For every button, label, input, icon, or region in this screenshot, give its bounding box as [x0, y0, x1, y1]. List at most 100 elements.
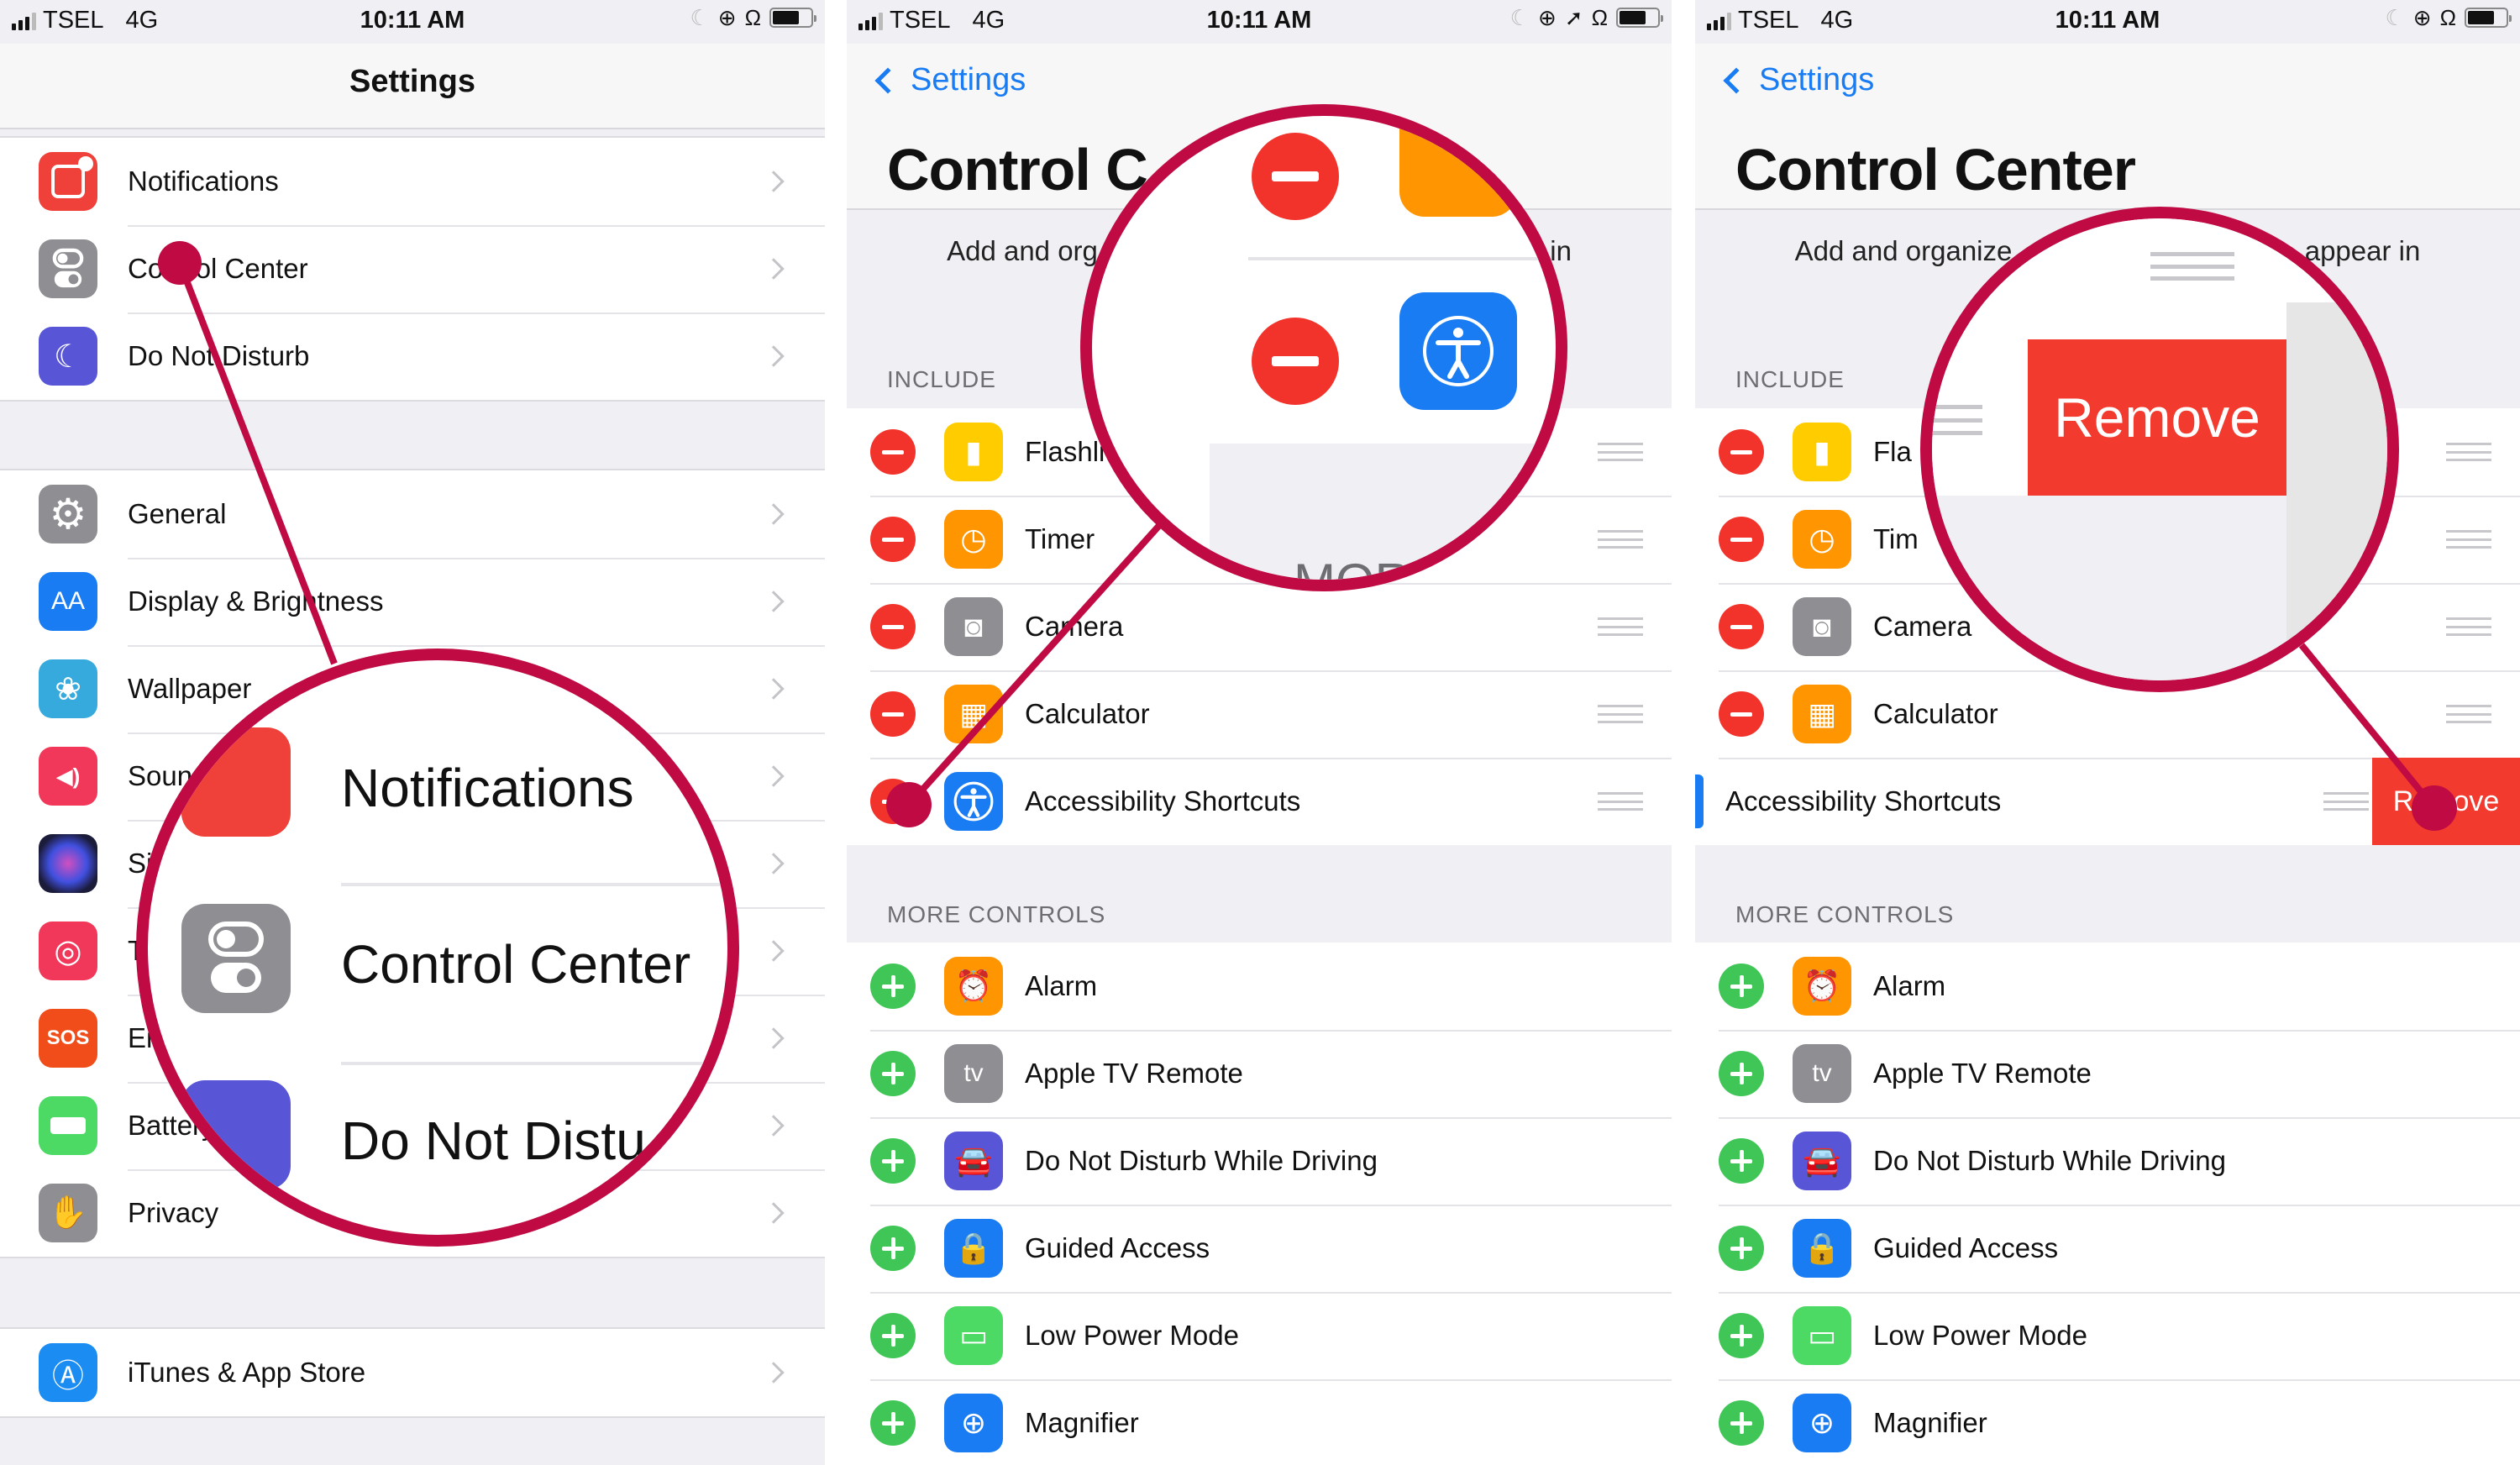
add-control-button[interactable] [1719, 964, 1764, 1009]
add-control-button[interactable] [1719, 1313, 1764, 1358]
settings-row-do-not-disturb[interactable]: ☾ Do Not Disturb [0, 312, 825, 400]
plus-icon [890, 975, 895, 997]
back-label: Settings [911, 62, 1026, 97]
control-label: Calculator [1873, 698, 1998, 729]
status-bar: TSEL 4G 10:11 AM ☾ ⊕ Ω [0, 0, 825, 44]
add-control-button[interactable] [1719, 1400, 1764, 1446]
minus-icon [1730, 537, 1752, 542]
flashlight-icon: ▮ [1793, 423, 1851, 481]
add-control-button[interactable] [870, 964, 916, 1009]
minus-icon [882, 624, 904, 629]
row-label: Wallpaper [128, 673, 252, 704]
add-control-button[interactable] [1719, 1226, 1764, 1271]
settings-row-general[interactable]: ⚙ General [0, 470, 825, 558]
reorder-grip-icon[interactable] [2446, 443, 2491, 461]
include-row[interactable]: ◙ Camera [847, 583, 1672, 670]
reorder-grip-icon[interactable] [1598, 443, 1643, 461]
settings-group-3: ⒶiTunes & App Store [0, 1327, 825, 1418]
remove-control-button[interactable] [1719, 691, 1764, 737]
calculator-icon: ▦ [1793, 685, 1851, 743]
settings-row-display-brightness[interactable]: AA Display & Brightness [0, 558, 825, 645]
lock-icon: 🔒 [944, 1219, 1003, 1278]
control-label: Do Not Disturb While Driving [1025, 1145, 1378, 1176]
more-control-row[interactable]: 🚘 Do Not Disturb While Driving [1695, 1117, 2520, 1205]
back-button[interactable]: Settings [1719, 62, 1874, 98]
settings-row-itunes-app-store[interactable]: ⒶiTunes & App Store [0, 1329, 825, 1416]
speaker-icon: ◀) [39, 747, 97, 806]
add-control-button[interactable] [870, 1313, 916, 1358]
magnified-label: Do Not Distu [341, 1111, 646, 1171]
remove-control-button[interactable] [870, 517, 916, 562]
magnifier-include-zoom: MORE [1080, 104, 1567, 591]
add-control-button[interactable] [1719, 1138, 1764, 1184]
remove-control-button[interactable] [870, 779, 916, 824]
more-control-row[interactable]: 🔒 Guided Access [847, 1205, 1672, 1292]
accessibility-icon-edge [1695, 775, 1704, 828]
remove-button[interactable]: Remove [2372, 758, 2520, 845]
headphones-icon: Ω [744, 5, 761, 30]
row-label: Display & Brightness [128, 585, 384, 617]
control-label: Apple TV Remote [1873, 1058, 2092, 1089]
car-icon: 🚘 [1793, 1132, 1851, 1190]
add-control-button[interactable] [1719, 1051, 1764, 1096]
remove-control-button[interactable] [870, 429, 916, 475]
accessibility-icon [944, 772, 1003, 831]
more-control-row[interactable]: tv Apple TV Remote [1695, 1030, 2520, 1117]
plus-icon [1739, 1412, 1744, 1434]
reorder-grip-icon[interactable] [2323, 792, 2369, 811]
add-control-button[interactable] [870, 1138, 916, 1184]
reorder-grip-icon[interactable] [1598, 530, 1643, 549]
remove-control-button[interactable] [870, 691, 916, 737]
reorder-grip-icon[interactable] [2446, 705, 2491, 723]
low-battery-icon: ▭ [1793, 1306, 1851, 1365]
plus-icon [890, 1325, 895, 1347]
control-label: Alarm [1025, 970, 1098, 1001]
nav-bar: Settings [0, 44, 825, 129]
more-control-row[interactable]: tv Apple TV Remote [847, 1030, 1672, 1117]
include-row[interactable]: ▦ Calculator [847, 670, 1672, 758]
more-control-row[interactable]: ⊕ Magnifier [1695, 1379, 2520, 1465]
minus-icon [882, 711, 904, 717]
back-button[interactable]: Settings [870, 62, 1026, 98]
lock-icon: 🔒 [1793, 1219, 1851, 1278]
control-label: Fla [1873, 436, 1912, 467]
control-label: Guided Access [1025, 1232, 1210, 1263]
more-control-row[interactable]: ⊕ Magnifier [847, 1379, 1672, 1465]
add-control-button[interactable] [870, 1400, 916, 1446]
back-label: Settings [1759, 62, 1875, 97]
more-control-row[interactable]: ▭ Low Power Mode [847, 1292, 1672, 1379]
text-size-icon: AA [39, 572, 97, 631]
minus-icon [882, 537, 904, 542]
description-left: Add and org [947, 235, 1098, 266]
more-control-row[interactable]: 🔒 Guided Access [1695, 1205, 2520, 1292]
more-control-row[interactable]: ▭ Low Power Mode [1695, 1292, 2520, 1379]
remove-control-button[interactable] [1719, 517, 1764, 562]
battery-icon [769, 8, 816, 28]
moon-icon: ☾ [39, 327, 97, 386]
include-row[interactable]: Accessibility Shortcuts Remove [1695, 758, 2520, 845]
reorder-grip-icon[interactable] [1598, 705, 1643, 723]
apple-tv-icon: tv [944, 1044, 1003, 1103]
remove-control-button[interactable] [1719, 429, 1764, 475]
reorder-grip-icon[interactable] [2446, 617, 2491, 636]
settings-row-notifications[interactable]: Notifications [0, 138, 825, 225]
more-control-row[interactable]: ⏰ Alarm [847, 943, 1672, 1030]
rotation-lock-icon: ⊕ [1537, 5, 1557, 30]
more-control-row[interactable]: 🚘 Do Not Disturb While Driving [847, 1117, 1672, 1205]
chevron-left-icon [874, 66, 901, 94]
add-control-button[interactable] [870, 1051, 916, 1096]
remove-control-button[interactable] [1719, 604, 1764, 649]
reorder-grip-icon[interactable] [2446, 530, 2491, 549]
reorder-grip-icon[interactable] [1598, 792, 1643, 811]
battery-icon [1616, 8, 1663, 28]
reorder-grip-icon[interactable] [1598, 617, 1643, 636]
include-row[interactable]: Accessibility Shortcuts [847, 758, 1672, 845]
more-control-row[interactable]: ⏰ Alarm [1695, 943, 2520, 1030]
chevron-right-icon [763, 853, 785, 874]
minus-icon [882, 449, 904, 454]
settings-row-control-center[interactable]: Control Center [0, 225, 825, 312]
timer-icon: ◷ [1793, 510, 1851, 569]
remove-control-button[interactable] [870, 604, 916, 649]
divider [1248, 257, 1556, 260]
add-control-button[interactable] [870, 1226, 916, 1271]
